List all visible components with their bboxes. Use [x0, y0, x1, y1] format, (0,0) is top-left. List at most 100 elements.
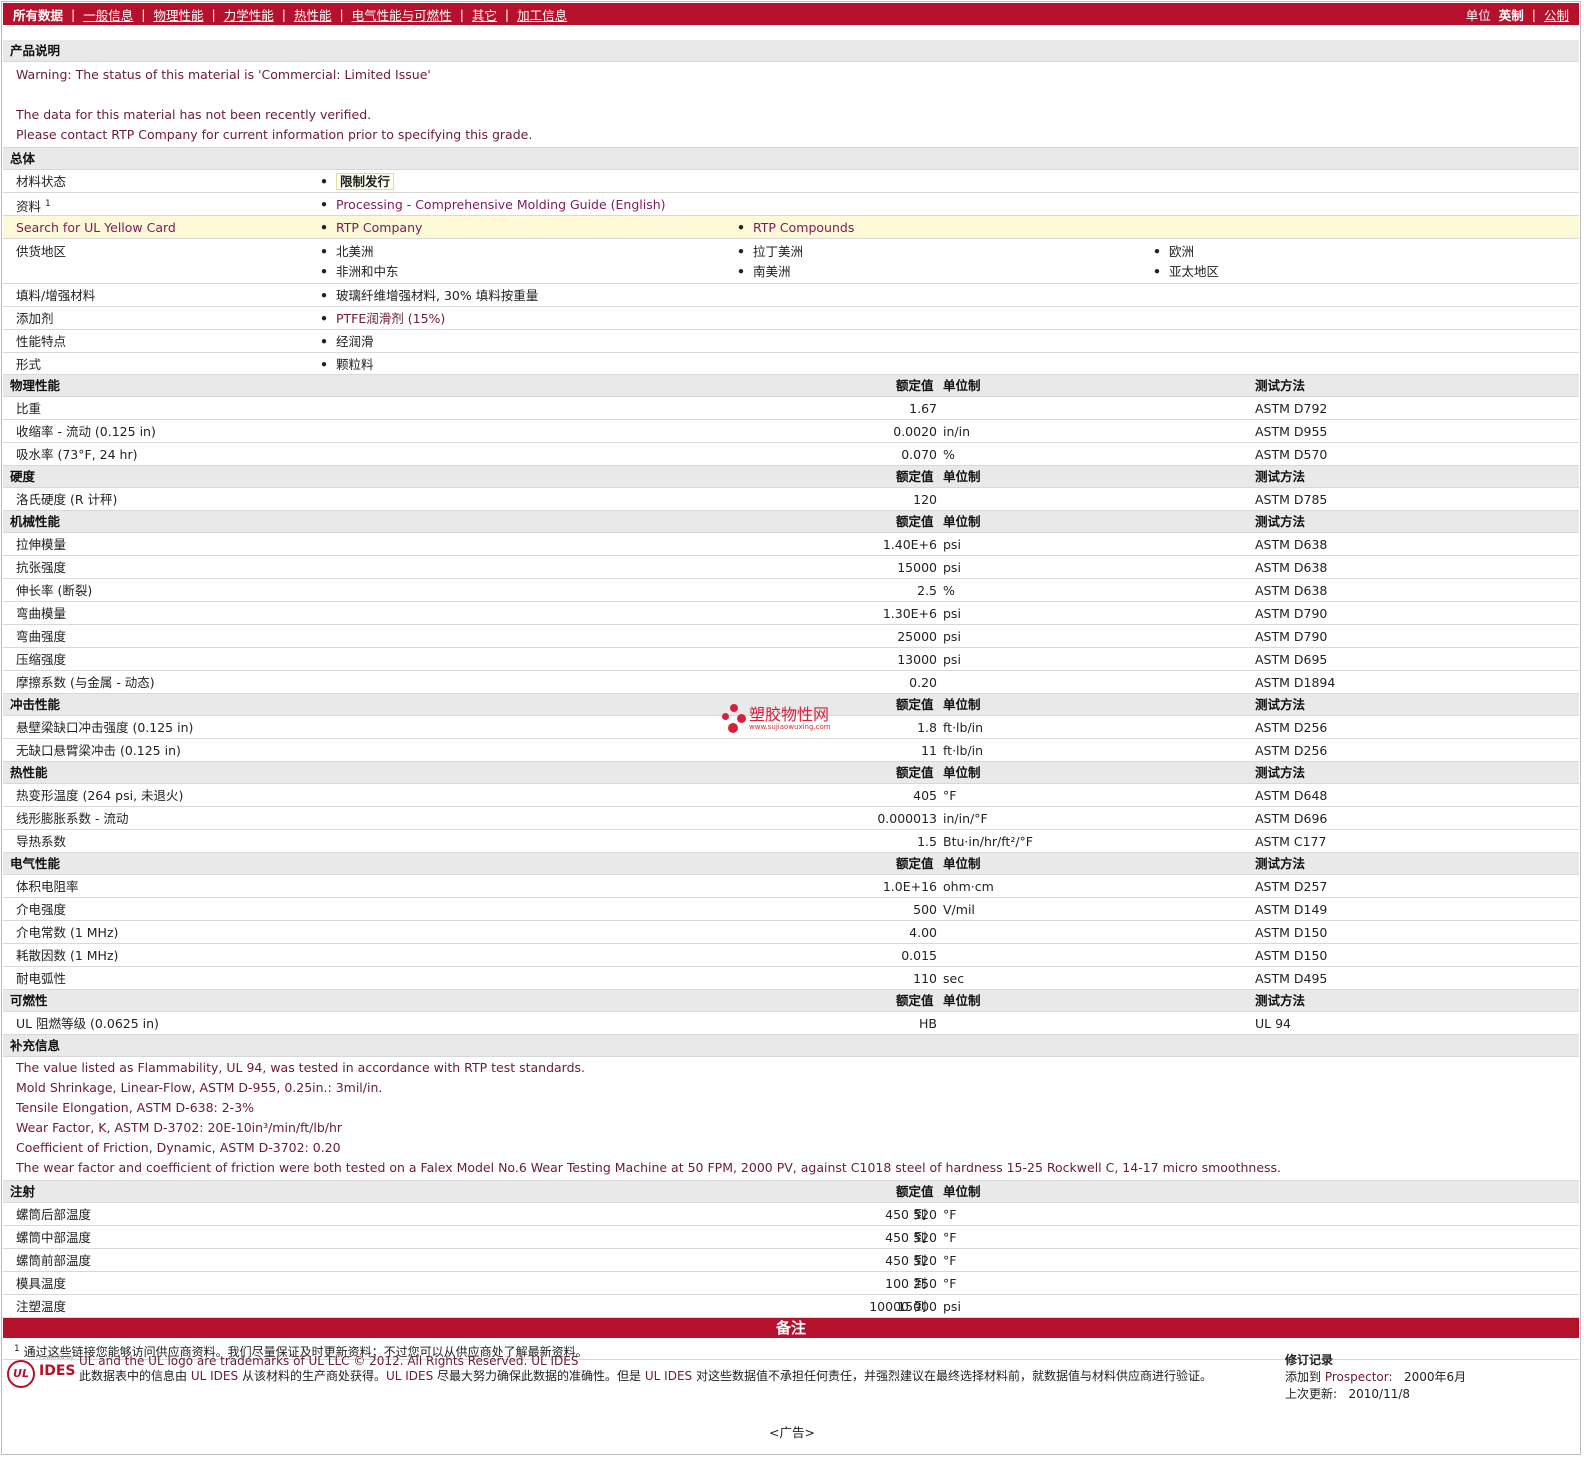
property-test-method: ASTM D570: [1255, 447, 1328, 462]
property-test-method: ASTM D638: [1255, 583, 1328, 598]
units-metric-link[interactable]: 公制: [1544, 5, 1569, 24]
injection-unit: °F: [943, 1207, 957, 1222]
property-row: 弯曲强度 25000 psi ASTM D790: [3, 625, 1579, 648]
section-title: 热性能: [10, 765, 48, 780]
tab-link[interactable]: 物理性能: [153, 5, 203, 24]
section-title: 硬度: [10, 469, 36, 484]
tab-link[interactable]: 力学性能: [224, 5, 274, 24]
range-from: 10000: [869, 1299, 909, 1314]
property-unit: psi: [943, 537, 961, 552]
product-description: Warning: The status of this material is …: [3, 62, 1579, 148]
property-value: 1.5: [917, 834, 937, 849]
property-row: 线形膨胀系数 - 流动 0.000013 in/in/°F ASTM D696: [3, 807, 1579, 830]
property-value: 1.67: [909, 401, 937, 416]
supplemental-line: Coefficient of Friction, Dynamic, ASTM D…: [16, 1140, 341, 1155]
injection-row: 模具温度 100 到 250 °F: [3, 1272, 1579, 1295]
section-title: 注射: [10, 1184, 36, 1199]
range-from: 100: [885, 1276, 909, 1291]
region-item: 非洲和中东: [320, 262, 398, 282]
property-value: 1.40E+6: [882, 537, 937, 552]
updated-date: 2010/11/8: [1348, 1387, 1411, 1401]
property-row: 伸长率 (断裂) 2.5% ASTM D638: [3, 579, 1579, 602]
property-test-method: ASTM D256: [1255, 743, 1328, 758]
property-test-method: ASTM D257: [1255, 879, 1328, 894]
header-value: 额定值: [896, 514, 934, 529]
range-from: 450: [885, 1253, 909, 1268]
tab-link[interactable]: 其它: [472, 5, 497, 24]
range-to: 520: [913, 1230, 937, 1245]
header-value: 额定值: [896, 697, 934, 712]
region-item: 南美洲: [737, 262, 790, 282]
section-header-general: 总体: [3, 148, 1579, 170]
property-label: 无缺口悬臂梁冲击 (0.125 in): [16, 743, 181, 758]
property-unit: psi: [943, 606, 961, 621]
injection-row: 螺筒后部温度 450 到 520 °F: [3, 1203, 1579, 1226]
property-row: 收缩率 - 流动 (0.125 in) 0.0020 in/in ASTM D955: [3, 420, 1579, 443]
header-test: 测试方法: [1255, 469, 1306, 484]
property-label: 耗散因数 (1 MHz): [16, 948, 119, 963]
description-line: [16, 85, 1566, 105]
property-label: 热变形温度 (264 psi, 未退火): [16, 788, 184, 803]
header-unit: 单位制: [943, 469, 981, 484]
property-label: 介电常数 (1 MHz): [16, 925, 119, 940]
property-row: 耗散因数 (1 MHz) 0.015 ASTM D150: [3, 944, 1579, 967]
ul-ides-link[interactable]: UL IDES: [531, 1354, 578, 1368]
property-value: 0.015: [901, 948, 937, 963]
watermark: 塑胶物性网 www.sujiaowuxing.com: [722, 704, 831, 734]
row-label: 形式: [16, 357, 42, 372]
ul-logo-icon: UL: [7, 1360, 35, 1388]
tab-link[interactable]: 一般信息: [83, 5, 133, 24]
ul-yellow-card-link[interactable]: Search for UL Yellow Card: [16, 216, 176, 239]
property-value: 0.0020: [893, 424, 937, 439]
injection-unit: °F: [943, 1230, 957, 1245]
supplemental-line: Mold Shrinkage, Linear-Flow, ASTM D-955,…: [16, 1080, 383, 1095]
processing-guide-link[interactable]: Processing - Comprehensive Molding Guide…: [320, 193, 666, 216]
rtp-compounds-link[interactable]: RTP Compounds: [737, 216, 854, 239]
property-value: 4.00: [909, 925, 937, 940]
property-unit: °F: [943, 788, 957, 803]
supplemental-line: The wear factor and coefficient of frict…: [16, 1160, 1282, 1175]
property-row: 摩擦系数 (与金属 - 动态) 0.20 ASTM D1894: [3, 671, 1579, 694]
property-test-method: ASTM D150: [1255, 948, 1328, 963]
units-english[interactable]: 英制: [1499, 5, 1524, 24]
tab-link[interactable]: 加工信息: [517, 5, 567, 24]
status-badge: 限制发行: [336, 173, 395, 190]
row-label: 性能特点: [16, 334, 67, 349]
property-test-method: ASTM D790: [1255, 629, 1328, 644]
region-item: 拉丁美洲: [737, 242, 803, 262]
row-label: 资料 1: [16, 199, 51, 215]
property-value: 0.070: [901, 447, 937, 462]
property-test-method: ASTM D792: [1255, 401, 1328, 416]
property-row: 无缺口悬臂梁冲击 (0.125 in) 11 ft·lb/in ASTM D256: [3, 739, 1579, 762]
section-header: 可燃性 额定值 单位制 测试方法: [3, 990, 1579, 1012]
nav-tabs: 所有数据 | 一般信息 | 物理性能 | 力学性能 | 热性能 | 电气性能与可燃性 | 其它 | 加工信息: [3, 5, 567, 24]
property-label: 耐电弧性: [16, 971, 67, 986]
header-unit: 单位制: [943, 856, 981, 871]
injection-unit: °F: [943, 1253, 957, 1268]
header-test: 测试方法: [1255, 378, 1306, 393]
watermark-dots-icon: [722, 704, 746, 734]
datasheet: 产品说明 Warning: The status of this materia…: [3, 40, 1579, 1360]
header-unit: 单位制: [943, 514, 981, 529]
property-label: 线形膨胀系数 - 流动: [16, 811, 129, 826]
property-value: 2.5: [917, 583, 937, 598]
row-label: 供货地区: [16, 244, 67, 259]
row-label: 添加剂: [16, 311, 54, 326]
header-value: 额定值: [896, 469, 934, 484]
tab-link[interactable]: 电气性能与可燃性: [352, 5, 452, 24]
property-label: 悬壁梁缺口冲击强度 (0.125 in): [16, 720, 194, 735]
rtp-company-link[interactable]: RTP Company: [320, 216, 422, 239]
property-label: 抗张强度: [16, 560, 67, 575]
tab-link[interactable]: 热性能: [294, 5, 332, 24]
range-from: 450: [885, 1207, 909, 1222]
property-test-method: ASTM D638: [1255, 537, 1328, 552]
property-unit: in/in: [943, 424, 971, 439]
property-value: 1.30E+6: [882, 606, 937, 621]
tab-separator: |: [281, 6, 286, 22]
tab-all-data[interactable]: 所有数据: [13, 5, 63, 24]
header-unit: 单位制: [943, 765, 981, 780]
section-header: 硬度 额定值 单位制 测试方法: [3, 466, 1579, 488]
section-title: 机械性能: [10, 514, 61, 529]
range-to: 520: [913, 1253, 937, 1268]
property-row: 洛氏硬度 (R 计秤) 120 ASTM D785: [3, 488, 1579, 511]
